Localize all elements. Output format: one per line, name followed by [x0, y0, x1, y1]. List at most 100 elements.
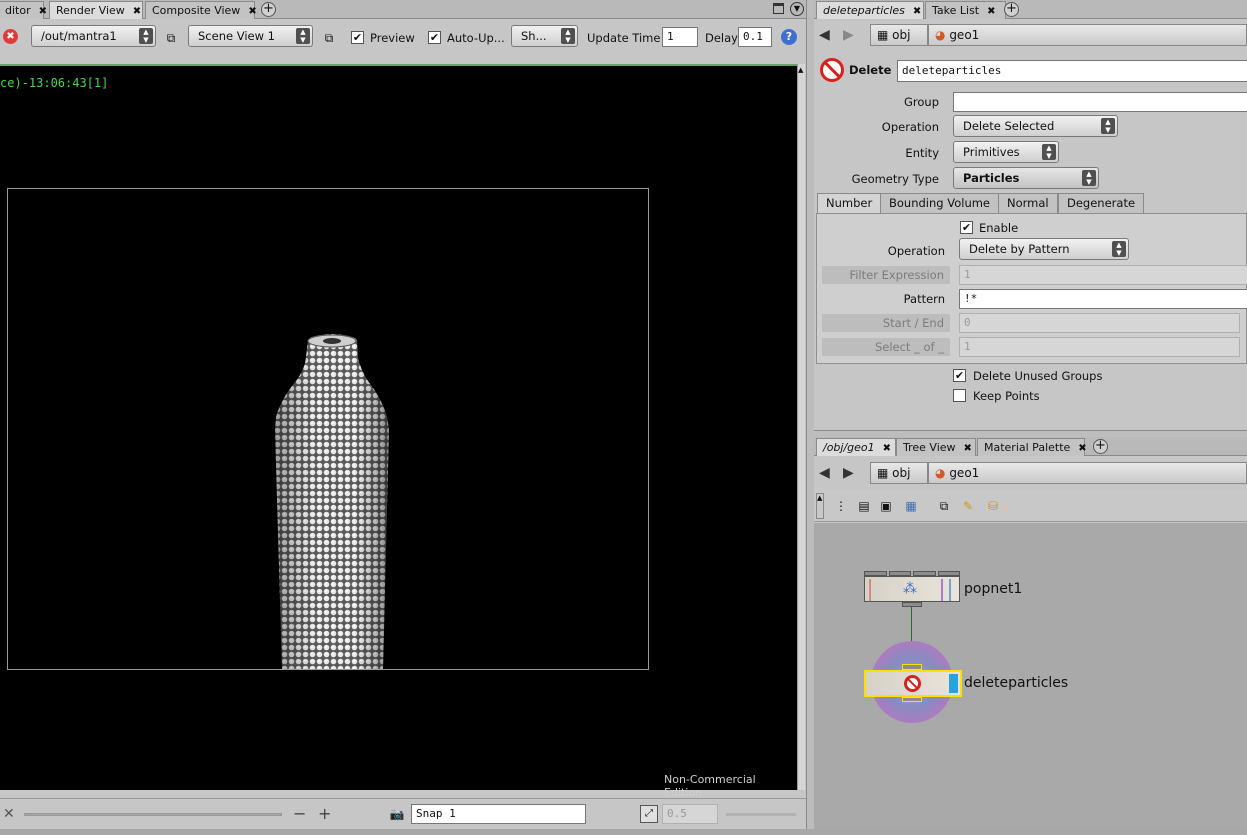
deleteparticles-output[interactable]: [902, 697, 922, 702]
add-tab-icon[interactable]: +: [1004, 2, 1019, 17]
close-icon[interactable]: ✖: [133, 6, 141, 17]
tab-normal[interactable]: Normal: [998, 193, 1058, 213]
help-icon[interactable]: ?: [781, 29, 797, 45]
stop-render-icon[interactable]: ✖: [3, 29, 18, 44]
shading-value: Sh...: [521, 29, 547, 43]
deleteparticles-input[interactable]: [902, 664, 922, 670]
subnet-icon[interactable]: ⛁: [984, 497, 1002, 515]
number-tab-panel: ✔ Enable Operation Delete by Pattern ▲ ▼ F…: [816, 213, 1247, 364]
viewport-scrollbar[interactable]: ▲: [797, 64, 805, 790]
add-tab-icon[interactable]: +: [1093, 439, 1108, 454]
node-deleteparticles-label: deleteparticles: [964, 675, 1069, 691]
geo-icon: ◕: [935, 28, 946, 42]
pane-menu-icon[interactable]: ▼: [790, 2, 804, 16]
pattern-label: Pattern: [903, 292, 945, 306]
list-mode-icon[interactable]: ⋮: [832, 497, 850, 515]
node-deleteparticles[interactable]: [864, 670, 962, 697]
select-of-field[interactable]: 1: [959, 337, 1240, 357]
close-icon[interactable]: ✖: [1078, 443, 1086, 454]
details-mode-icon[interactable]: ▣: [877, 497, 895, 515]
forward-arrow-icon[interactable]: ▶: [843, 464, 861, 482]
node-popnet1[interactable]: ⁂: [864, 576, 960, 602]
delete-unused-groups-checkbox[interactable]: ✔: [953, 369, 966, 382]
tab-bounding-volume[interactable]: Bounding Volume: [880, 193, 1000, 213]
delete-unused-groups-label: Delete Unused Groups: [973, 369, 1103, 383]
filter-expression-field[interactable]: 1: [959, 265, 1247, 285]
network-canvas[interactable]: ⁂ popnet1 deleteparticles: [814, 523, 1247, 829]
tab-degenerate[interactable]: Degenerate: [1058, 193, 1145, 213]
back-arrow-icon[interactable]: ◀: [819, 464, 837, 482]
delay-field[interactable]: 0.1: [738, 27, 772, 47]
region-pick-icon[interactable]: ⧉: [320, 29, 338, 47]
auto-update-checkbox[interactable]: ✔: [428, 31, 441, 44]
close-icon[interactable]: ✖: [39, 6, 47, 17]
tab-number[interactable]: Number: [817, 193, 882, 213]
entity-select[interactable]: Primitives ▲ ▼: [953, 141, 1059, 163]
chevron-down-icon: ▲ ▼: [139, 28, 153, 44]
enable-checkbox[interactable]: ✔: [960, 221, 973, 234]
close-icon[interactable]: ✖: [883, 443, 891, 454]
tab-tree-view[interactable]: Tree View ✖: [896, 438, 976, 456]
number-operation-select[interactable]: Delete by Pattern ▲ ▼: [959, 238, 1129, 260]
close-icon[interactable]: ✖: [913, 6, 921, 17]
camera-select[interactable]: Scene View 1 ▲ ▼: [188, 25, 313, 47]
tab-render-view[interactable]: Render View ✖: [49, 1, 143, 19]
scroll-up-icon[interactable]: ▲: [798, 66, 803, 74]
zoom-lock-icon[interactable]: ⤢: [640, 805, 658, 823]
tab-editor[interactable]: ditor ✖: [0, 1, 47, 19]
render-driver-select[interactable]: /out/mantra1 ▲ ▼: [31, 25, 156, 47]
tab-composite-view[interactable]: Composite View ✖: [145, 1, 257, 19]
geometry-type-select[interactable]: Particles ▲ ▼: [953, 167, 1099, 189]
path-root[interactable]: ▦ obj: [870, 24, 928, 46]
operation-value: Delete Selected: [963, 119, 1055, 133]
close-icon[interactable]: ✖: [964, 443, 972, 454]
close-icon[interactable]: ✖: [987, 6, 995, 17]
path-node[interactable]: ◕ geo1: [928, 24, 1247, 46]
render-timestamp: ce)-13:06:43[1]: [0, 76, 109, 90]
close-icon[interactable]: ✖: [248, 6, 256, 17]
snap-field[interactable]: Snap 1: [411, 804, 586, 824]
group-field[interactable]: [953, 92, 1247, 112]
add-tab-icon[interactable]: +: [261, 2, 276, 17]
palette-icon[interactable]: ▦: [902, 497, 920, 515]
network-path-node[interactable]: ◕ geo1: [928, 462, 1247, 484]
shading-select[interactable]: Sh... ▲ ▼: [511, 25, 578, 47]
start-field[interactable]: 0: [959, 313, 1240, 333]
geometry-type-label: Geometry Type: [851, 172, 939, 186]
update-time-field[interactable]: 1: [662, 27, 698, 47]
forward-arrow-icon[interactable]: ▶: [843, 26, 861, 44]
popnet1-output[interactable]: [902, 602, 922, 607]
popnet1-inputs[interactable]: [864, 571, 960, 576]
network-path-root[interactable]: ▦ obj: [870, 462, 928, 484]
snapshot-icon[interactable]: 📷: [388, 805, 406, 823]
right-pane-splitter[interactable]: [814, 430, 1247, 437]
maximize-icon[interactable]: [773, 3, 784, 14]
back-arrow-icon[interactable]: ◀: [819, 26, 837, 44]
sticky-note-icon[interactable]: ✎: [959, 497, 977, 515]
zoom-out-icon[interactable]: −: [293, 804, 306, 823]
params-path-bar: ◀ ▶ ▦ obj ◕ geo1: [814, 20, 1247, 50]
pattern-field[interactable]: !*: [959, 289, 1247, 309]
tab-take-list[interactable]: Take List ✖: [925, 1, 1006, 19]
zoom-field[interactable]: 0.5: [662, 804, 718, 824]
toolbar-scroll-icon[interactable]: ▲: [816, 493, 824, 519]
chevron-down-icon: ▲ ▼: [1112, 241, 1126, 257]
keep-points-checkbox[interactable]: [953, 389, 966, 402]
network-box-icon[interactable]: ⧉: [935, 497, 953, 515]
tab-deleteparticles[interactable]: deleteparticles ✖: [816, 1, 924, 19]
delay-label: Delay: [705, 31, 738, 45]
display-flag[interactable]: [949, 674, 958, 693]
exposure-slider[interactable]: [24, 813, 282, 816]
render-viewport[interactable]: ce)-13:06:43[1] Non-Commercial Edition: [0, 64, 797, 799]
tab-obj-geo1[interactable]: /obj/geo1 ✖: [816, 438, 896, 456]
camera-pick-icon[interactable]: ⧉: [162, 29, 180, 47]
clear-icon[interactable]: ✕: [3, 806, 15, 822]
zoom-slider[interactable]: [726, 813, 796, 816]
thumbnail-mode-icon[interactable]: ▤: [855, 497, 873, 515]
node-name-field[interactable]: deleteparticles: [897, 60, 1247, 82]
zoom-in-icon[interactable]: +: [318, 804, 331, 823]
operation-select[interactable]: Delete Selected ▲ ▼: [953, 115, 1118, 137]
pane-splitter[interactable]: [806, 0, 814, 829]
preview-checkbox[interactable]: ✔: [351, 31, 364, 44]
tab-material-palette[interactable]: Material Palette ✖: [977, 438, 1087, 456]
